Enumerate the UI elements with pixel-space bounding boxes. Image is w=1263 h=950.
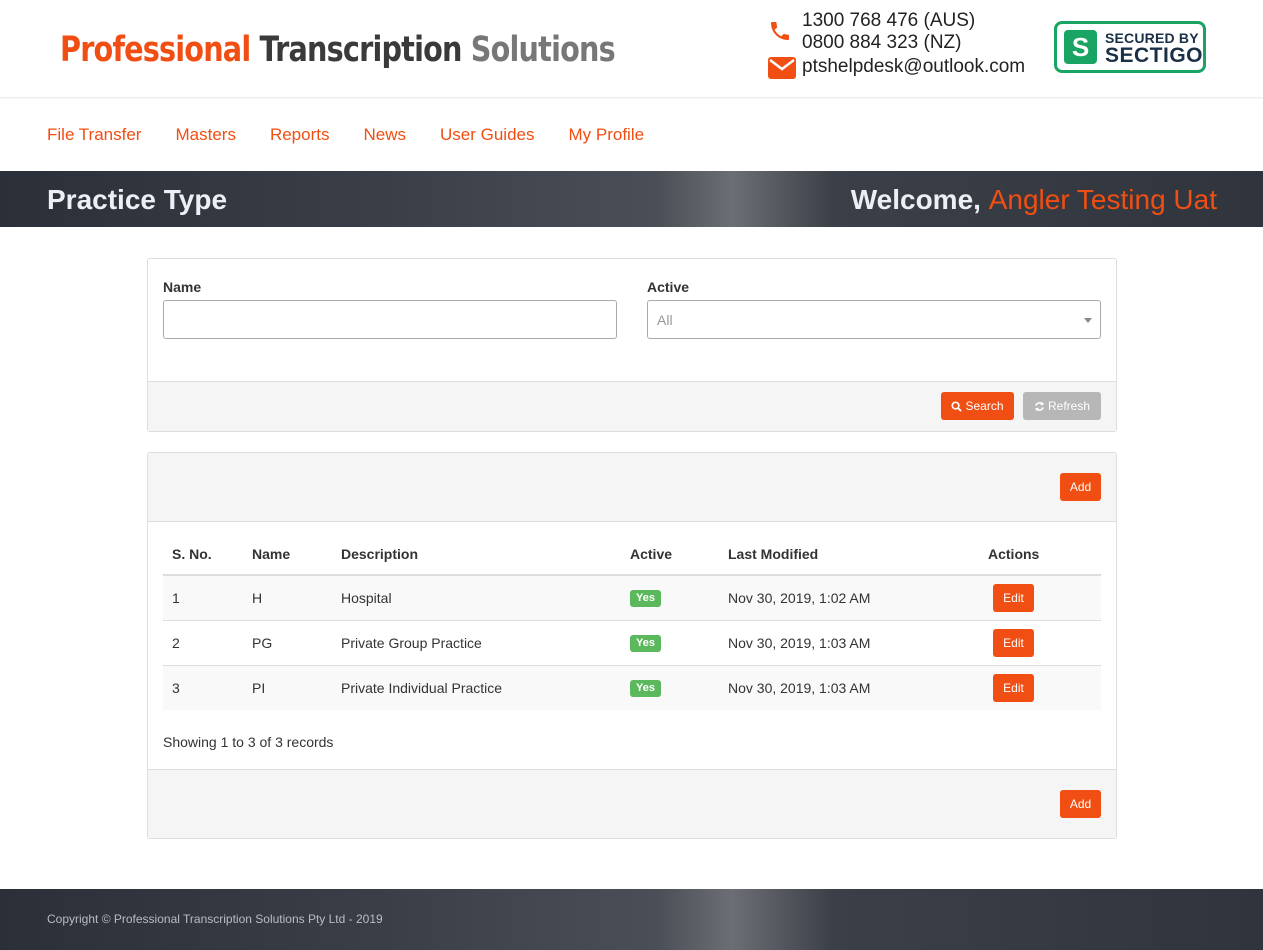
cell-actions: Edit — [988, 619, 1101, 665]
search-button[interactable]: Search — [941, 392, 1014, 420]
user-name[interactable]: Angler Testing Uat — [989, 184, 1217, 215]
list-footer-bar: Add — [148, 769, 1116, 838]
copyright-text: Copyright © Professional Transcription S… — [47, 912, 383, 926]
main-nav: File Transfer Masters Reports News User … — [0, 99, 1263, 171]
table-row: 2 PG Private Group Practice Yes Nov 30, … — [163, 619, 1101, 665]
cell-description: Hospital — [341, 589, 392, 606]
brand-word-solutions: Solutions — [470, 30, 616, 70]
refresh-icon — [1035, 401, 1044, 411]
edit-button[interactable]: Edit — [993, 628, 1034, 657]
cell-actions: Edit — [988, 664, 1101, 710]
status-badge: Yes — [630, 680, 661, 698]
cell-name: PG — [252, 619, 341, 665]
search-button-label: Search — [965, 399, 1004, 413]
active-select[interactable]: All — [647, 300, 1101, 339]
page-title: Practice Type — [47, 184, 228, 215]
cell-modified: Nov 30, 2019, 1:03 AM — [728, 619, 988, 665]
col-last-modified: Last Modified — [728, 533, 988, 576]
filter-panel: Name Active All Search Refresh — [147, 258, 1117, 432]
welcome-message: Welcome, Angler Testing Uat — [851, 184, 1217, 216]
cell-name: H — [252, 589, 263, 606]
cell-modified: Nov 30, 2019, 1:02 AM — [728, 589, 871, 606]
email-row: ptshelpdesk@outlook.com — [768, 56, 1048, 84]
email-link[interactable]: ptshelpdesk@outlook.com — [802, 56, 1025, 78]
brand-word-transcription: Transcription — [259, 30, 463, 70]
search-icon — [951, 400, 963, 412]
table-row: 3 PI Private Individual Practice Yes Nov… — [163, 664, 1101, 710]
status-badge: Yes — [630, 635, 661, 652]
col-name: Name — [252, 533, 341, 576]
refresh-button[interactable]: Refresh — [1023, 392, 1101, 420]
cell-active: Yes — [630, 575, 728, 620]
sectigo-shield-icon: S — [1064, 30, 1097, 64]
page-title-band: Practice Type Welcome, Angler Testing Ua… — [0, 171, 1263, 227]
phone-aus[interactable]: 1300 768 476 (AUS) — [802, 10, 975, 32]
nav-user-guides[interactable]: User Guides — [423, 125, 551, 145]
col-active: Active — [630, 533, 728, 576]
phone-icon — [768, 10, 802, 49]
cell-description: Private Group Practice — [341, 619, 630, 665]
welcome-prefix: Welcome, — [850, 184, 981, 215]
list-header-bar: Add — [148, 453, 1116, 522]
cell-sno: 1 — [172, 589, 180, 606]
cell-sno: 2 — [163, 619, 252, 665]
col-actions: Actions — [988, 533, 1101, 576]
envelope-icon — [768, 56, 802, 84]
col-sno: S. No. — [163, 533, 252, 576]
refresh-button-label: Refresh — [1047, 399, 1091, 413]
site-header: Professional Transcription Solutions 130… — [0, 0, 1263, 98]
sectigo-badge[interactable]: S SECURED BY SECTIGO — [1054, 21, 1206, 73]
edit-button[interactable]: Edit — [993, 583, 1034, 612]
cell-description: Private Individual Practice — [341, 664, 630, 710]
cell-actions: Edit — [988, 575, 1101, 620]
practice-type-table: S. No. Name Description Active Last Modi… — [163, 533, 1101, 710]
phone-row: 1300 768 476 (AUS) 0800 884 323 (NZ) — [768, 10, 1048, 56]
active-select-value: All — [657, 312, 673, 328]
add-button-top[interactable]: Add — [1060, 473, 1101, 501]
nav-news[interactable]: News — [346, 125, 423, 145]
nav-reports[interactable]: Reports — [253, 125, 347, 145]
filter-footer: Search Refresh — [148, 381, 1116, 431]
practice-type-list-panel: Add S. No. Name Description Active Last … — [147, 452, 1117, 839]
table-row: 1 H Hospital Yes Nov 30, 2019, 1:02 AM E… — [163, 575, 1101, 620]
nav-masters[interactable]: Masters — [158, 125, 252, 145]
phone-nz[interactable]: 0800 884 323 (NZ) — [802, 32, 975, 54]
sectigo-line2: SECTIGO — [1104, 44, 1203, 67]
cell-sno: 3 — [163, 664, 252, 710]
name-field-label: Name — [163, 279, 202, 295]
cell-active: Yes — [630, 619, 728, 665]
status-badge: Yes — [630, 590, 661, 608]
contact-info: 1300 768 476 (AUS) 0800 884 323 (NZ) pts… — [768, 10, 1048, 84]
brand-name: Professional Transcription Solutions — [60, 30, 616, 70]
brand-word-professional: Professional — [60, 30, 251, 70]
records-summary: Showing 1 to 3 of 3 records — [163, 734, 334, 750]
brand-logo[interactable]: Professional Transcription Solutions — [50, 10, 650, 90]
nav-file-transfer[interactable]: File Transfer — [30, 125, 158, 145]
edit-button[interactable]: Edit — [993, 673, 1034, 702]
active-field-label: Active — [647, 279, 690, 295]
site-footer: Copyright © Professional Transcription S… — [0, 889, 1263, 950]
add-button-bottom[interactable]: Add — [1060, 790, 1101, 818]
cell-name: PI — [252, 664, 341, 710]
cell-active: Yes — [630, 664, 728, 710]
cell-modified: Nov 30, 2019, 1:03 AM — [728, 664, 988, 710]
name-input[interactable] — [163, 300, 617, 339]
table-header-row: S. No. Name Description Active Last Modi… — [163, 533, 1101, 576]
chevron-down-icon — [1084, 318, 1092, 323]
col-description: Description — [341, 533, 630, 576]
nav-my-profile[interactable]: My Profile — [551, 125, 661, 145]
